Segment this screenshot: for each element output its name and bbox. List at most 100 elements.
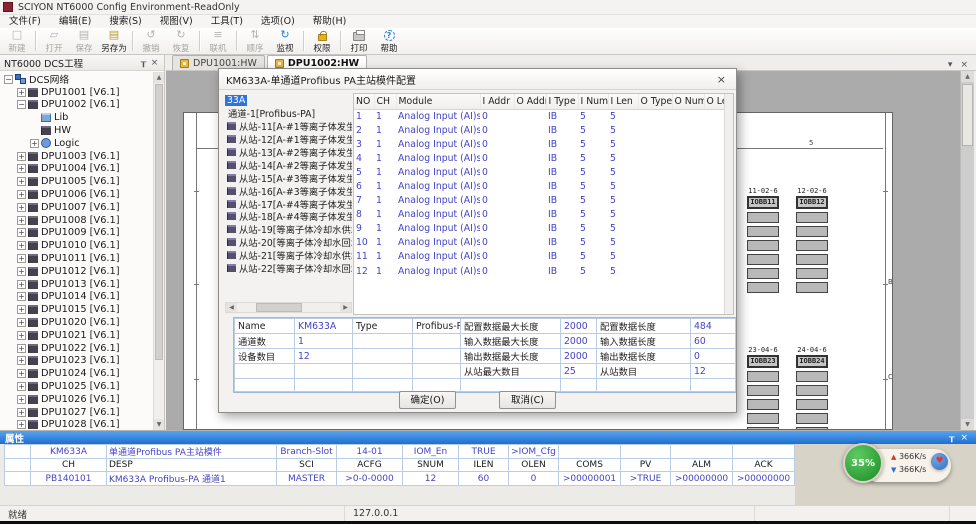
table-row[interactable]: 11Analog Input (AI)s...0IB55 (354, 109, 732, 123)
properties-row[interactable]: KM633A单通道Profibus PA主站模件Branch-Slot14-01… (5, 445, 795, 459)
tree-item-DPU1004[interactable]: +DPU1004 [V6.1] (0, 163, 153, 176)
project-tree-scrollbar[interactable]: ▲ ▼ (153, 72, 164, 430)
menu-item-3[interactable]: 视图(V) (151, 15, 202, 28)
scroll-left-icon[interactable]: ◀ (226, 303, 237, 312)
column-header[interactable]: I Num (578, 94, 608, 109)
expand-plus-icon[interactable]: + (17, 88, 26, 97)
tab-list-chevron-icon[interactable]: ▾ (944, 60, 957, 70)
menu-item-5[interactable]: 选项(O) (252, 15, 304, 28)
dialog-tree-item[interactable]: 从站-17[A-#4等离子体发生器冷却 (225, 197, 352, 210)
expand-plus-icon[interactable]: + (17, 177, 26, 186)
close-document-icon[interactable]: × (956, 60, 972, 70)
expand-plus-icon[interactable]: + (17, 369, 26, 378)
dialog-tree-item[interactable]: 从站-21[等离子体冷却水供水母管[ (225, 249, 352, 262)
tree-item-DPU1010[interactable]: +DPU1010 [V6.1] (0, 239, 153, 252)
tree-item-DPU1026[interactable]: +DPU1026 [V6.1] (0, 393, 153, 406)
scroll-down-icon[interactable]: ▼ (961, 419, 974, 430)
expand-plus-icon[interactable]: + (17, 267, 26, 276)
pin-icon[interactable]: ┰ (946, 433, 957, 443)
column-header[interactable]: I Addr (480, 94, 514, 109)
close-panel-icon[interactable]: × (149, 58, 160, 68)
expand-plus-icon[interactable]: + (17, 203, 26, 212)
table-row[interactable]: 111Analog Input (AI)s...0IB55 (354, 250, 732, 264)
table-row[interactable]: 121Analog Input (AI)s...0IB55 (354, 264, 732, 278)
column-header[interactable]: CH (374, 94, 396, 109)
tree-item-DPU1002[interactable]: −DPU1002 [V6.1] (0, 99, 153, 112)
column-header[interactable]: I Type (546, 94, 578, 109)
table-row[interactable]: 101Analog Input (AI)s...0IB55 (354, 236, 732, 250)
rack-module-iobb12[interactable]: IOBB12 (796, 196, 828, 209)
properties-row[interactable]: CHDESPSCIACFGSNUMILENOLENCOMSPVALMACK (5, 459, 795, 472)
scroll-up-icon[interactable]: ▲ (154, 72, 164, 83)
dialog-tree-item[interactable]: 从站-18[A-#4等离子体发生器冷却 (225, 210, 352, 223)
expand-plus-icon[interactable]: + (17, 152, 26, 161)
dialog-tree-item[interactable]: 从站-16[A-#3等离子体发生器冷却 (225, 184, 352, 197)
dialog-close-icon[interactable]: × (714, 73, 729, 86)
menu-item-0[interactable]: 文件(F) (0, 15, 50, 28)
expand-plus-icon[interactable]: + (17, 216, 26, 225)
tree-item-HW[interactable]: HW (0, 124, 153, 137)
canvas-scrollbar[interactable]: ▲ ▼ (960, 71, 974, 430)
menu-item-6[interactable]: 帮助(H) (304, 15, 356, 28)
打印-button[interactable]: 打印 (344, 28, 374, 54)
module-table-scrollbar[interactable] (724, 94, 733, 314)
tree-item-DPU1013[interactable]: +DPU1013 [V6.1] (0, 278, 153, 291)
properties-row[interactable]: PB140101KM633A Profibus-PA 通道1MASTER>0-0… (5, 472, 795, 486)
table-row[interactable]: 91Analog Input (AI)s...0IB55 (354, 222, 732, 236)
scroll-thumb[interactable] (962, 84, 973, 146)
expand-plus-icon[interactable]: + (17, 395, 26, 404)
column-header[interactable]: Module (396, 94, 480, 109)
帮助-button[interactable]: ?帮助 (374, 28, 404, 54)
expand-plus-icon[interactable]: + (17, 164, 26, 173)
rack-module-iobb23[interactable]: IOBB23 (747, 355, 779, 368)
tree-item-DPU1025[interactable]: +DPU1025 [V6.1] (0, 380, 153, 393)
expand-plus-icon[interactable]: + (17, 382, 26, 391)
scroll-thumb[interactable] (155, 84, 163, 360)
column-header[interactable]: NO (354, 94, 374, 109)
expand-plus-icon[interactable]: + (17, 420, 26, 429)
另存为-button[interactable]: ▤另存为 (99, 28, 129, 54)
dialog-tree-item[interactable]: 从站-19[等离子体冷却水供水母管 (225, 223, 352, 236)
expand-plus-icon[interactable]: + (17, 254, 26, 263)
expand-plus-icon[interactable]: + (17, 356, 26, 365)
collapse-minus-icon[interactable]: − (17, 100, 26, 109)
scroll-track[interactable] (237, 303, 340, 312)
pin-icon[interactable]: ┰ (138, 58, 149, 68)
tree-item-DPU1001[interactable]: +DPU1001 [V6.1] (0, 86, 153, 99)
tree-item-DPU1009[interactable]: +DPU1009 [V6.1] (0, 227, 153, 240)
tree-item-DPU1014[interactable]: +DPU1014 [V6.1] (0, 291, 153, 304)
dialog-tree-hscrollbar[interactable]: ◀ ▶ (225, 302, 352, 313)
table-row[interactable]: 61Analog Input (AI)s...0IB55 (354, 179, 732, 193)
tree-item-DPU1024[interactable]: +DPU1024 [V6.1] (0, 367, 153, 380)
scroll-up-icon[interactable]: ▲ (961, 71, 974, 82)
expand-plus-icon[interactable]: + (17, 292, 26, 301)
network-monitor-widget[interactable]: 35% ▲ 366K/s ▼ 366K/s ♥ (843, 443, 955, 485)
tree-item-DPU1008[interactable]: +DPU1008 [V6.1] (0, 214, 153, 227)
dialog-tree-item[interactable]: 从站-13[A-#2等离子体发生器冷却 (225, 146, 352, 159)
tree-item-DPU1015[interactable]: +DPU1015 [V6.1] (0, 303, 153, 316)
tree-item-DPU1011[interactable]: +DPU1011 [V6.1] (0, 252, 153, 265)
dialog-tree-item[interactable]: 从站-20[等离子体冷却水回水母管 (225, 236, 352, 249)
expand-plus-icon[interactable]: + (17, 228, 26, 237)
table-row[interactable]: 51Analog Input (AI)s...0IB55 (354, 165, 732, 179)
collapse-minus-icon[interactable]: − (4, 75, 13, 84)
tree-item-Lib[interactable]: Lib (0, 111, 153, 124)
tree-item-DPU1006[interactable]: +DPU1006 [V6.1] (0, 188, 153, 201)
expand-plus-icon[interactable]: + (17, 318, 26, 327)
tree-item-DPU1022[interactable]: +DPU1022 [V6.1] (0, 342, 153, 355)
close-panel-icon[interactable]: × (957, 433, 971, 443)
rack-module-iobb11[interactable]: IOBB11 (747, 196, 779, 209)
column-header[interactable]: I Len (608, 94, 638, 109)
expand-plus-icon[interactable]: + (17, 241, 26, 250)
tree-item-DPU1007[interactable]: +DPU1007 [V6.1] (0, 201, 153, 214)
tree-item-DPU1028[interactable]: +DPU1028 [V6.1] (0, 419, 153, 430)
cancel-button[interactable]: 取消(C) (499, 391, 556, 409)
expand-plus-icon[interactable]: + (17, 190, 26, 199)
tree-item-Logic[interactable]: +Logic (0, 137, 153, 150)
column-header[interactable]: O Type (638, 94, 672, 109)
dialog-tree-item[interactable]: 从站-11[A-#1等离子体发生器冷却 (225, 120, 352, 133)
dialog-tree-item[interactable]: 33A (225, 94, 352, 107)
tree-item-DPU1012[interactable]: +DPU1012 [V6.1] (0, 265, 153, 278)
scroll-down-icon[interactable]: ▼ (154, 419, 164, 430)
menu-item-4[interactable]: 工具(T) (202, 15, 252, 28)
